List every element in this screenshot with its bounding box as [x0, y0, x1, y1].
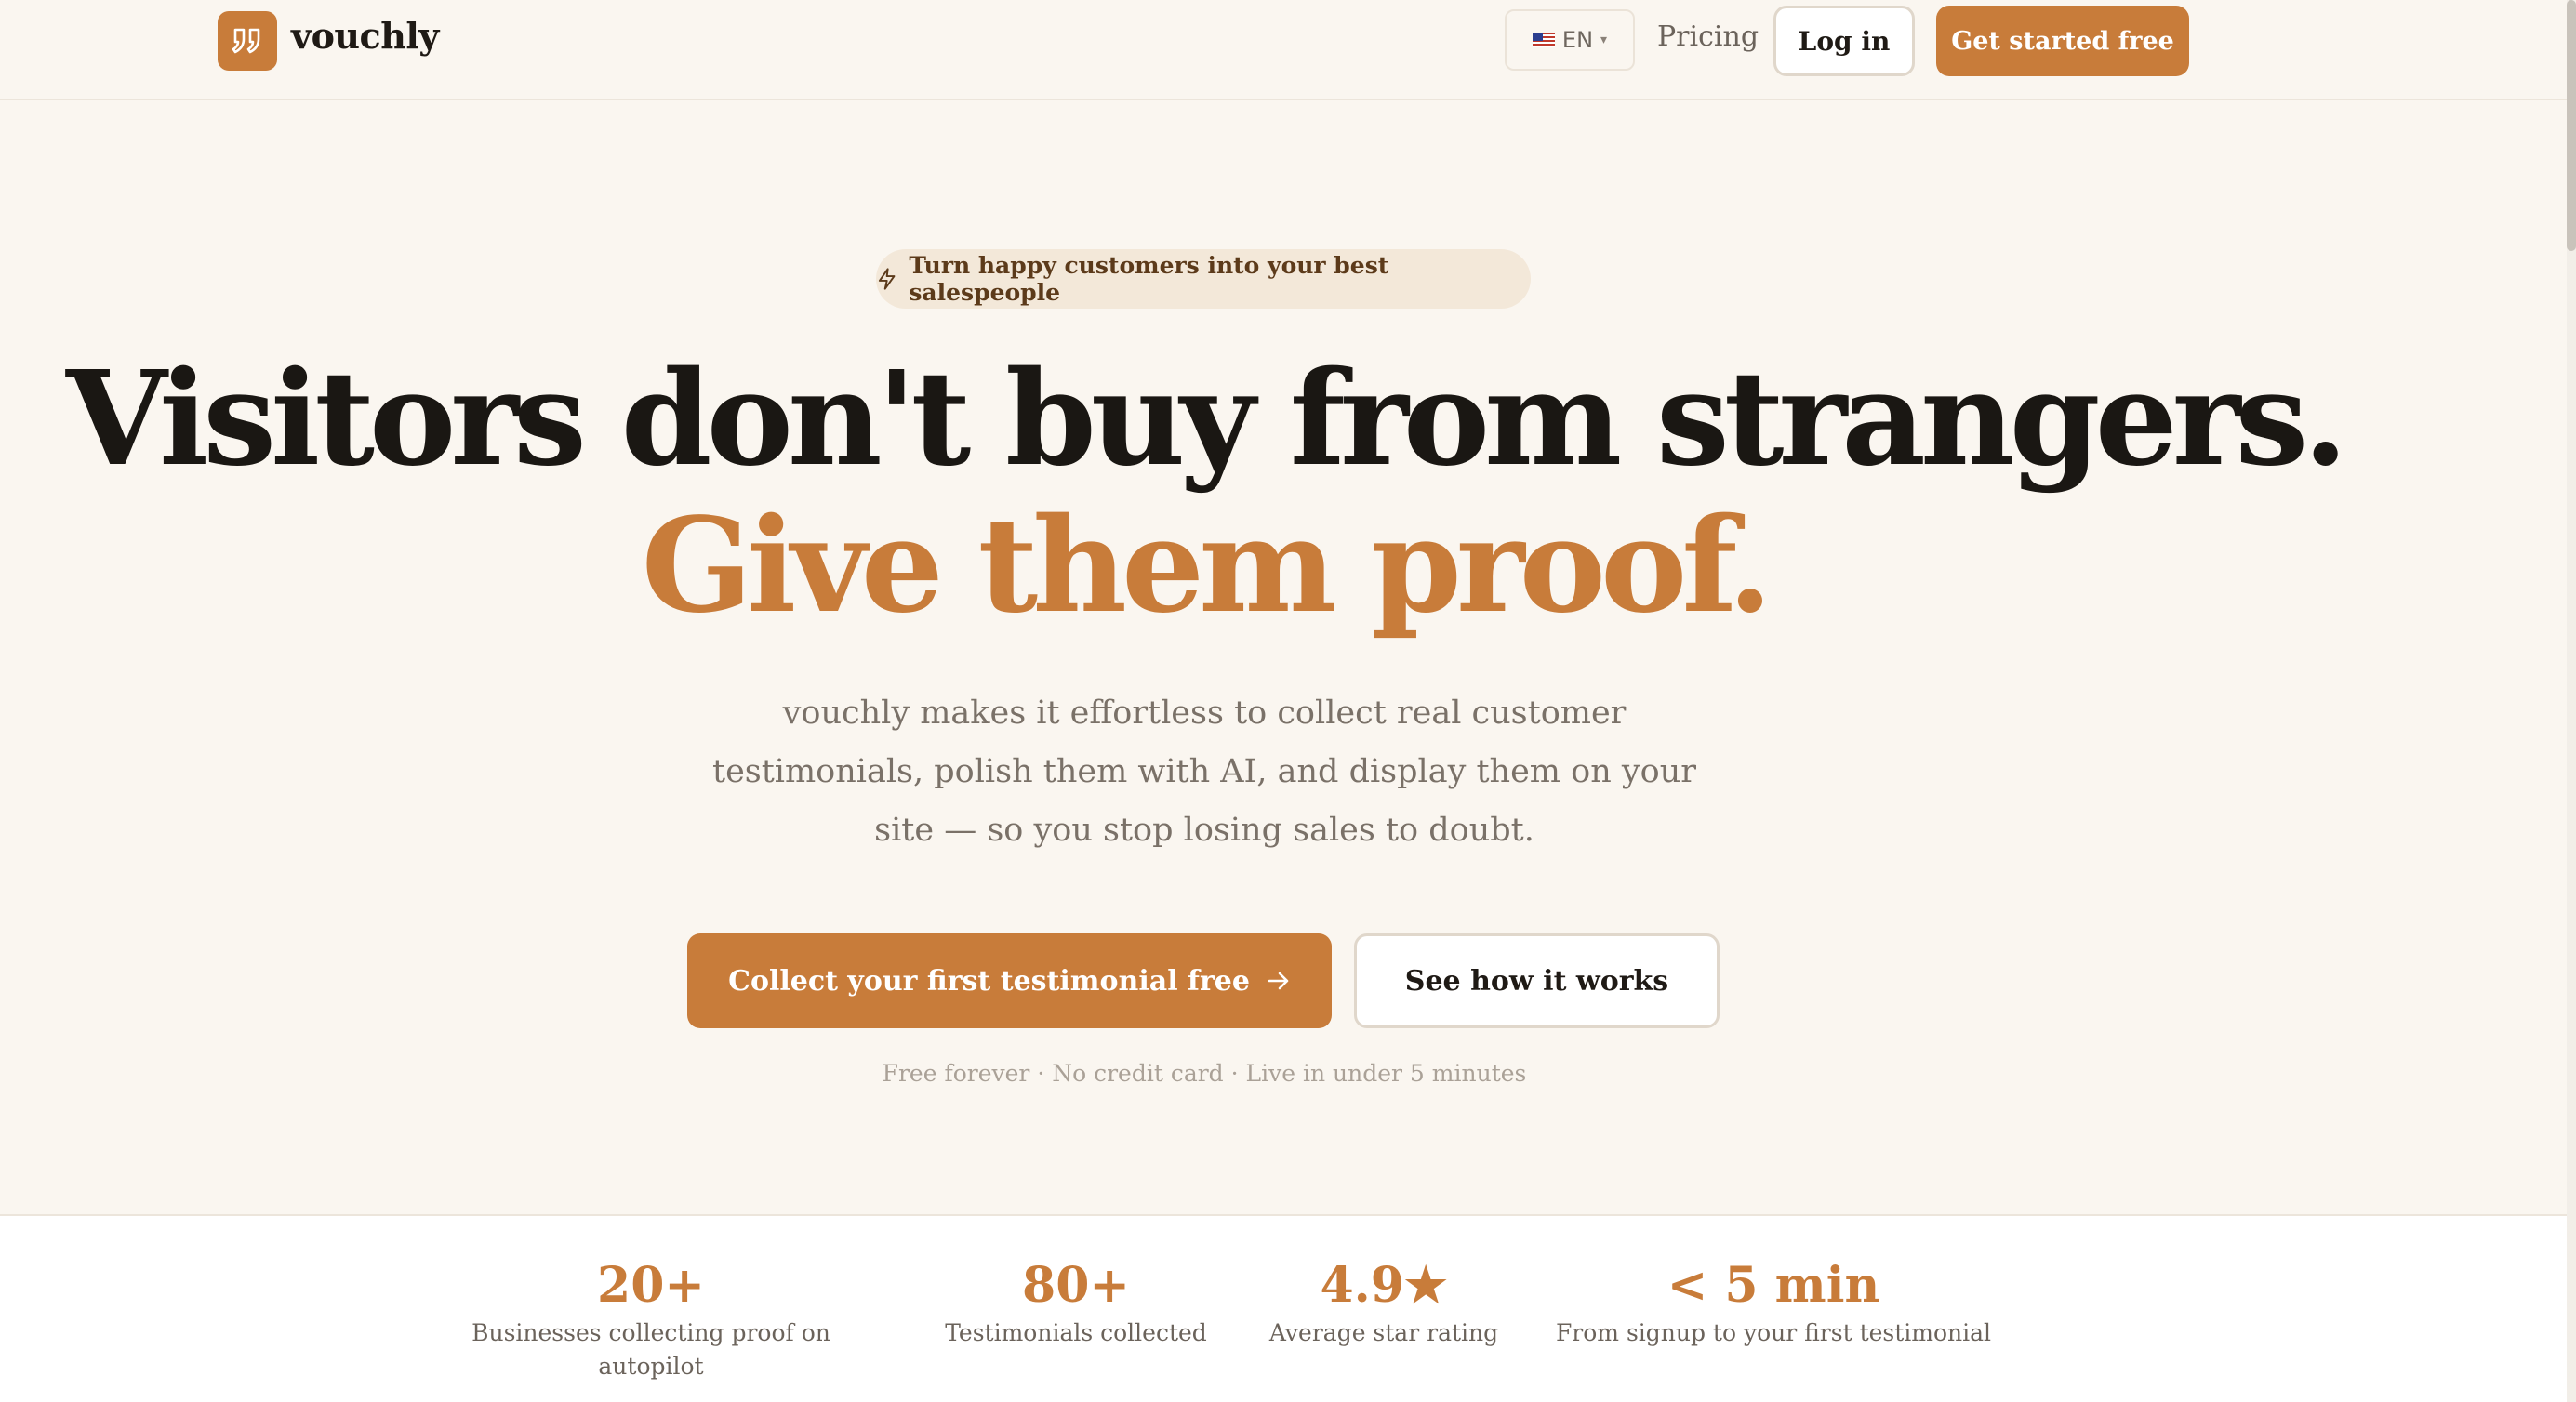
language-selector[interactable]: EN ▾ — [1505, 9, 1635, 71]
chevron-down-icon: ▾ — [1600, 33, 1608, 47]
hero-badge: Turn happy customers into your best sale… — [876, 249, 1531, 309]
cta-primary-label: Collect your first testimonial free — [728, 964, 1250, 998]
see-how-it-works-button[interactable]: See how it works — [1354, 933, 1720, 1028]
stats-bar: 20+ Businesses collecting proof on autop… — [0, 1214, 2567, 1402]
stat-label: From signup to your first testimonial — [1555, 1319, 1992, 1346]
stat-businesses: 20+ Businesses collecting proof on autop… — [418, 1255, 883, 1383]
hero-headline: Visitors don't buy from strangers. — [65, 343, 2348, 496]
stat-rating: 4.9★ Average star rating — [1257, 1255, 1510, 1350]
brand-name[interactable]: vouchly — [291, 15, 439, 57]
stat-value: < 5 min — [1666, 1257, 1880, 1314]
top-nav: vouchly EN ▾ Pricing Log in Get started … — [0, 0, 2567, 100]
stat-value: 4.9★ — [1320, 1257, 1448, 1314]
login-button[interactable]: Log in — [1773, 6, 1915, 76]
stat-testimonials: 80+ Testimonials collected — [930, 1255, 1222, 1350]
hero-fineprint: Free forever · No credit card · Live in … — [882, 1060, 1527, 1087]
us-flag-icon — [1532, 33, 1555, 47]
landing-page: vouchly EN ▾ Pricing Log in Get started … — [0, 0, 2576, 1402]
stat-value: 80+ — [1022, 1257, 1130, 1314]
collect-testimonial-button[interactable]: Collect your first testimonial free — [687, 933, 1332, 1028]
stat-time: < 5 min From signup to your first testim… — [1549, 1255, 1998, 1350]
stat-label: Testimonials collected — [945, 1319, 1207, 1346]
stat-label: Average star rating — [1268, 1319, 1499, 1346]
stat-label: Businesses collecting proof on autopilot — [471, 1319, 830, 1380]
language-label: EN — [1561, 27, 1594, 53]
scrollbar-thumb[interactable] — [2567, 0, 2576, 251]
get-started-button[interactable]: Get started free — [1936, 6, 2189, 76]
pricing-link[interactable]: Pricing — [1657, 20, 1759, 53]
hero-badge-text: Turn happy customers into your best sale… — [909, 252, 1389, 306]
stat-value: 20+ — [597, 1257, 705, 1314]
hero-headline-accent: Give them proof. — [641, 490, 1773, 642]
arrow-right-icon — [1268, 972, 1289, 990]
lightning-icon — [878, 268, 896, 290]
logo-quote-icon[interactable] — [218, 11, 277, 71]
hero-subheadline: vouchly makes it effortless to collect r… — [712, 694, 1696, 849]
